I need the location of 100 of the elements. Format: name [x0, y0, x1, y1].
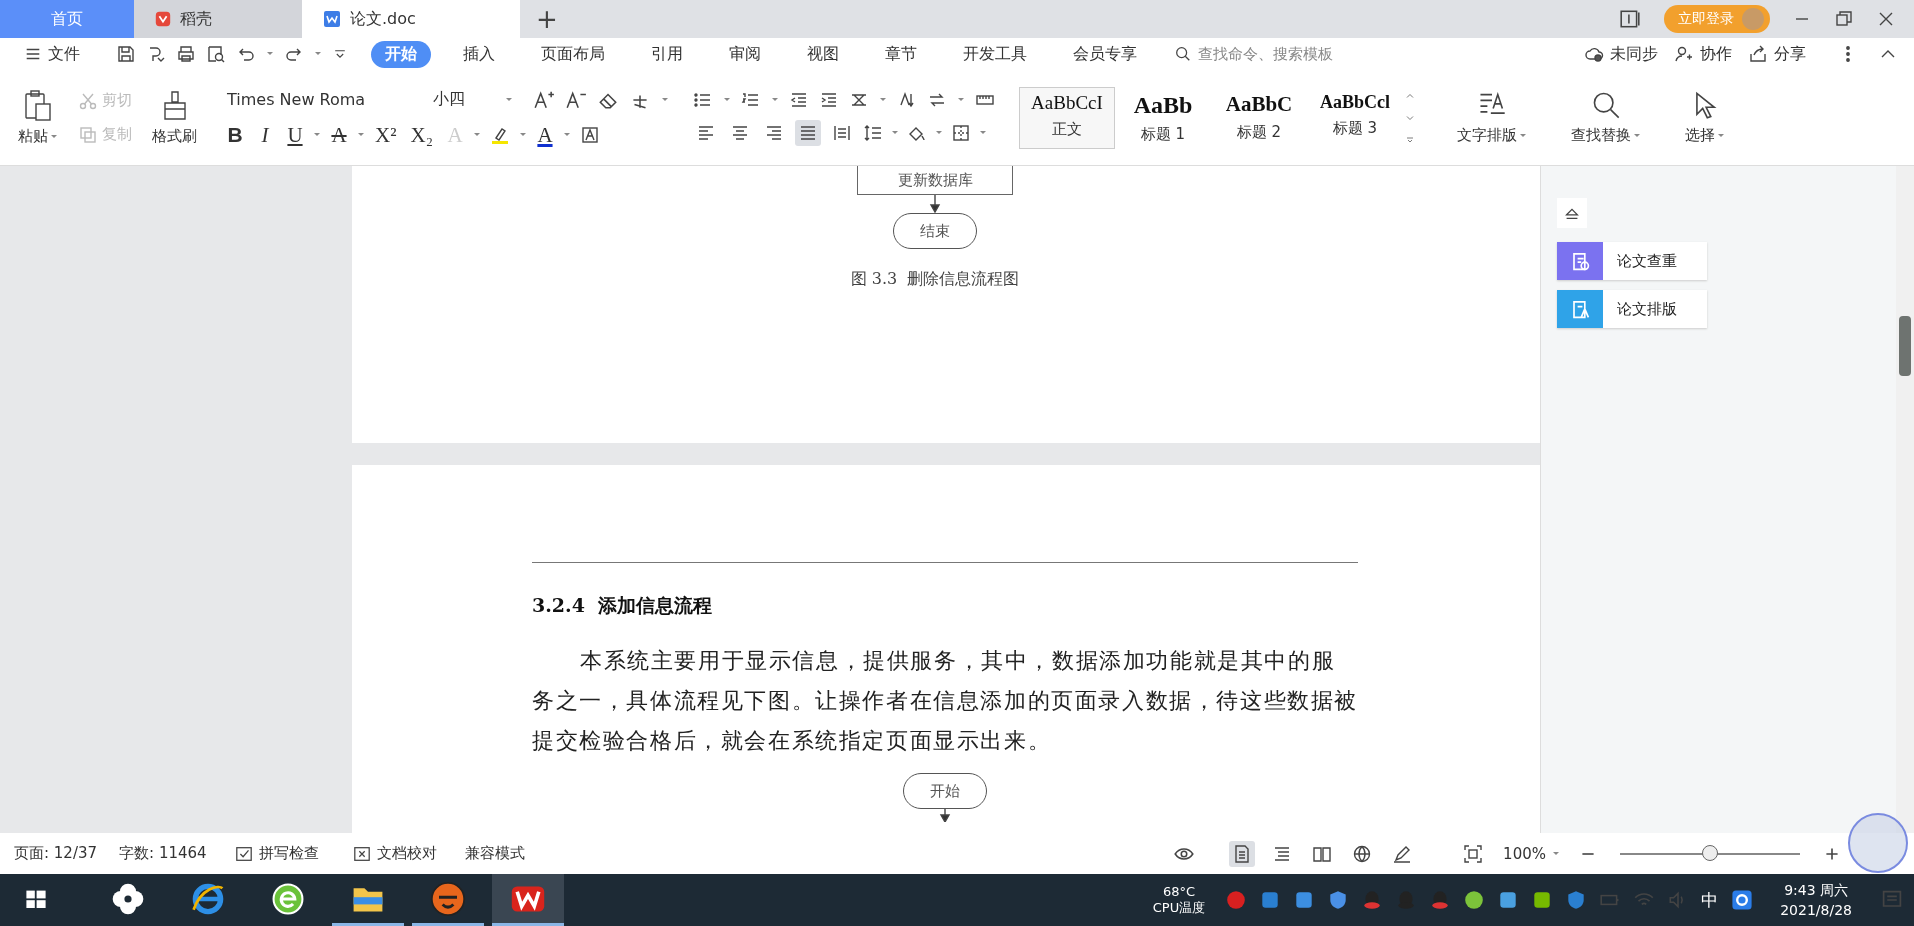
- style-preset[interactable]: AaBbCcl 标题 3: [1307, 86, 1403, 149]
- proof-button[interactable]: 文档校对: [346, 843, 443, 864]
- new-tab-button[interactable]: +: [520, 0, 574, 38]
- zoom-slider-thumb[interactable]: [1702, 844, 1718, 861]
- style-preset[interactable]: AaBb 标题 1: [1115, 86, 1211, 149]
- floating-ball-icon[interactable]: [1848, 813, 1908, 873]
- borders-icon[interactable]: [951, 122, 971, 143]
- doc-icon: [322, 9, 342, 29]
- italic-button[interactable]: I: [253, 122, 277, 148]
- page-count: 页面: 12/37: [14, 844, 98, 863]
- share-icon: [1748, 44, 1768, 64]
- compatibility-mode: 兼容模式: [464, 844, 525, 863]
- cpu-temperature: 68°C: [1162, 884, 1196, 900]
- zoom-in-icon[interactable]: [1824, 845, 1840, 862]
- document-tab[interactable]: 论文.doc: [302, 0, 520, 38]
- format-painter-button[interactable]: 格式刷: [148, 87, 201, 148]
- style-preset[interactable]: AaBbC 标题 2: [1211, 86, 1307, 149]
- caret-icon: [357, 131, 365, 139]
- clipboard-icon: [22, 89, 54, 121]
- layout-button[interactable]: 文字排版: [1453, 88, 1531, 147]
- caret-icon: [1552, 849, 1560, 858]
- taskbar-app[interactable]: [492, 874, 564, 926]
- side-tool-button[interactable]: 论文排版: [1557, 290, 1707, 328]
- caret-icon: [1519, 131, 1527, 140]
- caret-icon: [314, 50, 322, 58]
- caret-icon: [1633, 131, 1641, 140]
- caret-icon: [518, 131, 527, 139]
- checkbox-icon: [234, 844, 253, 863]
- sub-button[interactable]: X₂: [406, 122, 437, 148]
- zoom-level[interactable]: 100%: [1497, 843, 1566, 864]
- file-menu[interactable]: 文件: [16, 40, 88, 68]
- color-button[interactable]: A: [532, 122, 557, 148]
- style-preset[interactable]: AaBbCcI 正文: [1019, 86, 1115, 149]
- ribbon-tab[interactable]: 开发工具: [949, 40, 1041, 68]
- app-icon[interactable]: [1730, 888, 1755, 912]
- app-icon: [430, 880, 466, 917]
- caret-icon: [562, 131, 571, 139]
- copy-icon: [78, 124, 98, 145]
- print-icon[interactable]: [176, 44, 196, 64]
- page-view-button[interactable]: [1229, 840, 1256, 867]
- cpu-label: CPU温度: [1152, 900, 1206, 916]
- avatar-icon: [1742, 8, 1764, 30]
- print-preview-icon[interactable]: [206, 44, 226, 64]
- search-field[interactable]: 查找命令、搜索模板: [1174, 44, 1414, 64]
- caret-icon: [979, 128, 987, 137]
- tray-icon[interactable]: [1225, 889, 1248, 911]
- ribbon-tab[interactable]: 插入: [449, 40, 509, 68]
- caret-icon: [1717, 131, 1725, 140]
- input-method[interactable]: 中: [1701, 888, 1719, 912]
- restore-icon[interactable]: [1834, 9, 1854, 29]
- scrollbar-thumb[interactable]: [1899, 316, 1911, 376]
- caret-icon: [505, 95, 513, 104]
- save-icon[interactable]: [116, 44, 136, 64]
- collapse-button[interactable]: [1557, 198, 1587, 228]
- font-name-field[interactable]: Times New Roma: [223, 88, 423, 111]
- select-button[interactable]: 选择: [1681, 88, 1729, 147]
- find-button[interactable]: 查找替换: [1567, 88, 1645, 147]
- flow-arrow: [929, 195, 941, 213]
- clock-time: 9:43 周六: [1783, 881, 1850, 900]
- ribbon-tab[interactable]: 页面布局: [527, 40, 619, 68]
- side-tool-button[interactable]: 论文查重: [1557, 242, 1707, 280]
- align-justify-button[interactable]: [795, 119, 821, 146]
- spell-button[interactable]: 拼写检查: [228, 843, 325, 864]
- ribbon-tab[interactable]: 引用: [637, 40, 697, 68]
- underline-button[interactable]: U: [283, 122, 307, 148]
- caret-icon: [957, 95, 965, 104]
- tray-icon[interactable]: [1463, 889, 1486, 911]
- ribbon-tab[interactable]: 会员专享: [1059, 40, 1151, 68]
- caret-icon: [50, 132, 58, 141]
- highlighter-icon: [489, 125, 510, 145]
- person-add-icon: [1674, 44, 1694, 64]
- ribbon-tab[interactable]: 章节: [871, 40, 931, 68]
- collab-button[interactable]: 协作: [1666, 40, 1740, 68]
- ribbon-tab[interactable]: 视图: [793, 40, 853, 68]
- flow-arrow: [939, 809, 951, 822]
- page-view-icon[interactable]: [1618, 8, 1642, 30]
- caret-icon: [661, 95, 669, 104]
- bold-button[interactable]: B: [223, 123, 247, 147]
- share-button[interactable]: 分享: [1740, 40, 1814, 68]
- caret-icon: [266, 50, 274, 58]
- flowchart-box: 更新数据库: [857, 166, 1013, 195]
- sup-button[interactable]: X²: [371, 122, 401, 148]
- boxed-letter-icon: [579, 125, 600, 145]
- font-size-field[interactable]: 小四: [429, 87, 499, 112]
- x-box-icon: [352, 844, 371, 863]
- body-paragraph: 本系统主要用于显示信息，提供服务，其中，数据添加功能就是其中的服务之一，具体流程见下图。让操作者在信息添加的页面录入数据，待这些数据被提交检验合格后，就会在系统指定页面显示出来。: [532, 647, 1358, 755]
- paste-button[interactable]: 粘贴: [14, 87, 62, 148]
- caret-icon: [879, 95, 887, 104]
- ribbon-tab[interactable]: 审阅: [715, 40, 775, 68]
- strike-button[interactable]: A: [327, 122, 351, 148]
- browser-icon: [271, 881, 305, 916]
- caret-icon: [472, 131, 481, 139]
- figure-caption: 图 3.3 删除信息流程图: [850, 269, 1020, 290]
- expand-icon[interactable]: [1405, 134, 1415, 145]
- document-tab[interactable]: 稻壳: [134, 0, 302, 38]
- caret-icon: [723, 95, 731, 104]
- app-icon: [154, 10, 172, 28]
- sync-button[interactable]: 未同步: [1576, 40, 1666, 68]
- fit-icon[interactable]: [1463, 843, 1484, 864]
- search-icon: [1174, 45, 1192, 63]
